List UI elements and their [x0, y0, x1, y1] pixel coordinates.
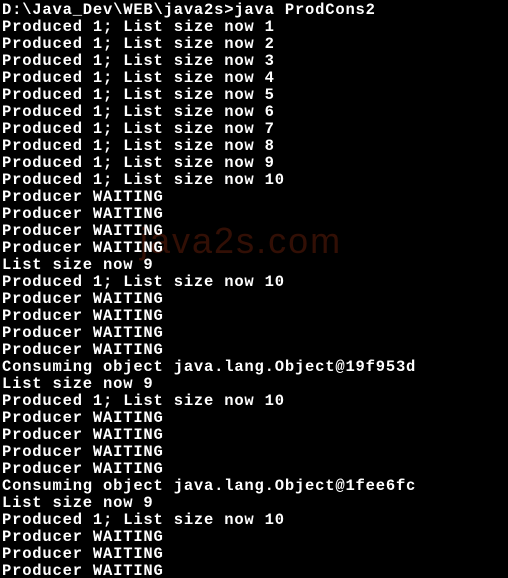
- terminal-line: D:\Java_Dev\WEB\java2s>java ProdCons2: [2, 2, 506, 19]
- terminal-line: Produced 1; List size now 6: [2, 104, 506, 121]
- terminal-line: Producer WAITING: [2, 529, 506, 546]
- terminal-line: Produced 1; List size now 8: [2, 138, 506, 155]
- terminal-line: Produced 1; List size now 10: [2, 512, 506, 529]
- terminal-line: Producer WAITING: [2, 342, 506, 359]
- terminal-line: Produced 1; List size now 5: [2, 87, 506, 104]
- terminal-line: Producer WAITING: [2, 206, 506, 223]
- terminal-line: Producer WAITING: [2, 563, 506, 578]
- terminal-line: Produced 1; List size now 1: [2, 19, 506, 36]
- terminal-line: Produced 1; List size now 9: [2, 155, 506, 172]
- terminal-line: Producer WAITING: [2, 308, 506, 325]
- terminal-line: List size now 9: [2, 257, 506, 274]
- terminal-line: Producer WAITING: [2, 427, 506, 444]
- terminal-line: Produced 1; List size now 10: [2, 172, 506, 189]
- terminal-line: Consuming object java.lang.Object@1fee6f…: [2, 478, 506, 495]
- terminal-line: Produced 1; List size now 10: [2, 274, 506, 291]
- terminal-output: D:\Java_Dev\WEB\java2s>java ProdCons2Pro…: [0, 0, 508, 578]
- terminal-line: Producer WAITING: [2, 240, 506, 257]
- terminal-line: Consuming object java.lang.Object@19f953…: [2, 359, 506, 376]
- terminal-line: Produced 1; List size now 7: [2, 121, 506, 138]
- terminal-line: Producer WAITING: [2, 410, 506, 427]
- terminal-line: Producer WAITING: [2, 189, 506, 206]
- terminal-line: Producer WAITING: [2, 444, 506, 461]
- terminal-line: Produced 1; List size now 2: [2, 36, 506, 53]
- terminal-line: Producer WAITING: [2, 325, 506, 342]
- terminal-line: Produced 1; List size now 3: [2, 53, 506, 70]
- terminal-line: List size now 9: [2, 376, 506, 393]
- terminal-line: Produced 1; List size now 10: [2, 393, 506, 410]
- terminal-line: Producer WAITING: [2, 546, 506, 563]
- terminal-line: List size now 9: [2, 495, 506, 512]
- terminal-line: Producer WAITING: [2, 291, 506, 308]
- terminal-line: Producer WAITING: [2, 223, 506, 240]
- terminal-line: Produced 1; List size now 4: [2, 70, 506, 87]
- terminal-line: Producer WAITING: [2, 461, 506, 478]
